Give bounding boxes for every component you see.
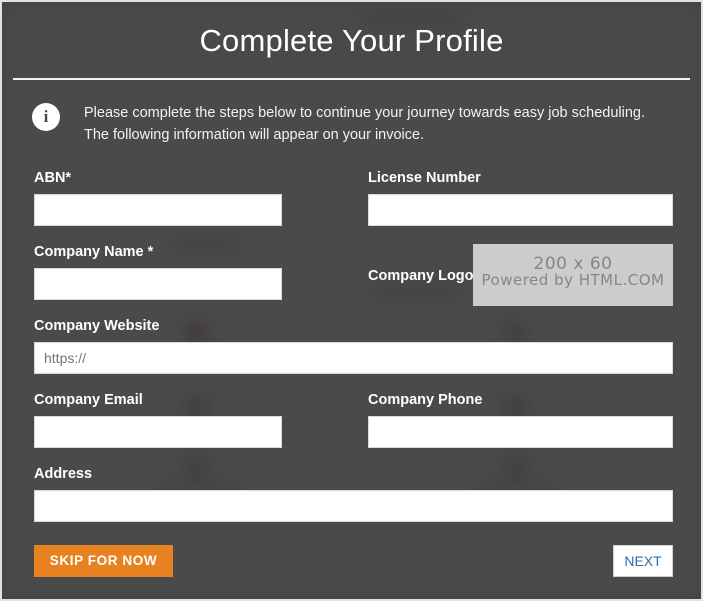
title-divider (13, 78, 690, 80)
company-phone-label: Company Phone (368, 392, 483, 408)
company-website-input[interactable] (34, 342, 673, 375)
field-group-address: Address (34, 466, 673, 523)
next-button[interactable]: NEXT (613, 545, 673, 577)
field-group-company-email: Company Email (34, 392, 282, 449)
profile-form: ABN* License Number Company Name * Compa… (34, 170, 673, 530)
company-name-label: Company Name * (34, 244, 154, 260)
info-banner-text: Please complete the steps below to conti… (84, 102, 645, 147)
info-banner-line-2: The following information will appear on… (84, 127, 425, 144)
abn-label: ABN* (34, 170, 72, 186)
info-banner-line-1: Please complete the steps below to conti… (84, 105, 645, 121)
license-number-input[interactable] (368, 194, 673, 227)
field-group-license-number: License Number (368, 170, 673, 227)
license-number-label: License Number (368, 170, 481, 186)
profile-modal-screen: Complete Your Profile i Please complete … (0, 0, 703, 601)
page-title: Complete Your Profile (199, 23, 504, 58)
field-group-company-name: Company Name * (34, 244, 282, 301)
company-phone-input[interactable] (368, 416, 673, 449)
abn-input[interactable] (34, 194, 282, 227)
info-icon: i (32, 103, 60, 131)
address-input[interactable] (34, 490, 673, 523)
company-email-input[interactable] (34, 416, 282, 449)
address-label: Address (34, 466, 93, 482)
field-group-company-phone: Company Phone (368, 392, 673, 449)
skip-for-now-button[interactable]: SKIP FOR NOW (34, 545, 173, 577)
info-banner: i Please complete the steps below to con… (32, 102, 671, 147)
company-logo-placeholder-image[interactable]: 200 x 60 Powered by HTML.COM (473, 244, 673, 306)
company-logo-label: Company Logo (368, 268, 474, 284)
logo-placeholder-credit-text: Powered by HTML.COM (481, 271, 665, 289)
company-website-label: Company Website (34, 318, 160, 334)
field-group-abn: ABN* (34, 170, 282, 227)
company-name-input[interactable] (34, 268, 282, 301)
field-group-company-website: Company Website (34, 318, 673, 375)
company-email-label: Company Email (34, 392, 143, 408)
